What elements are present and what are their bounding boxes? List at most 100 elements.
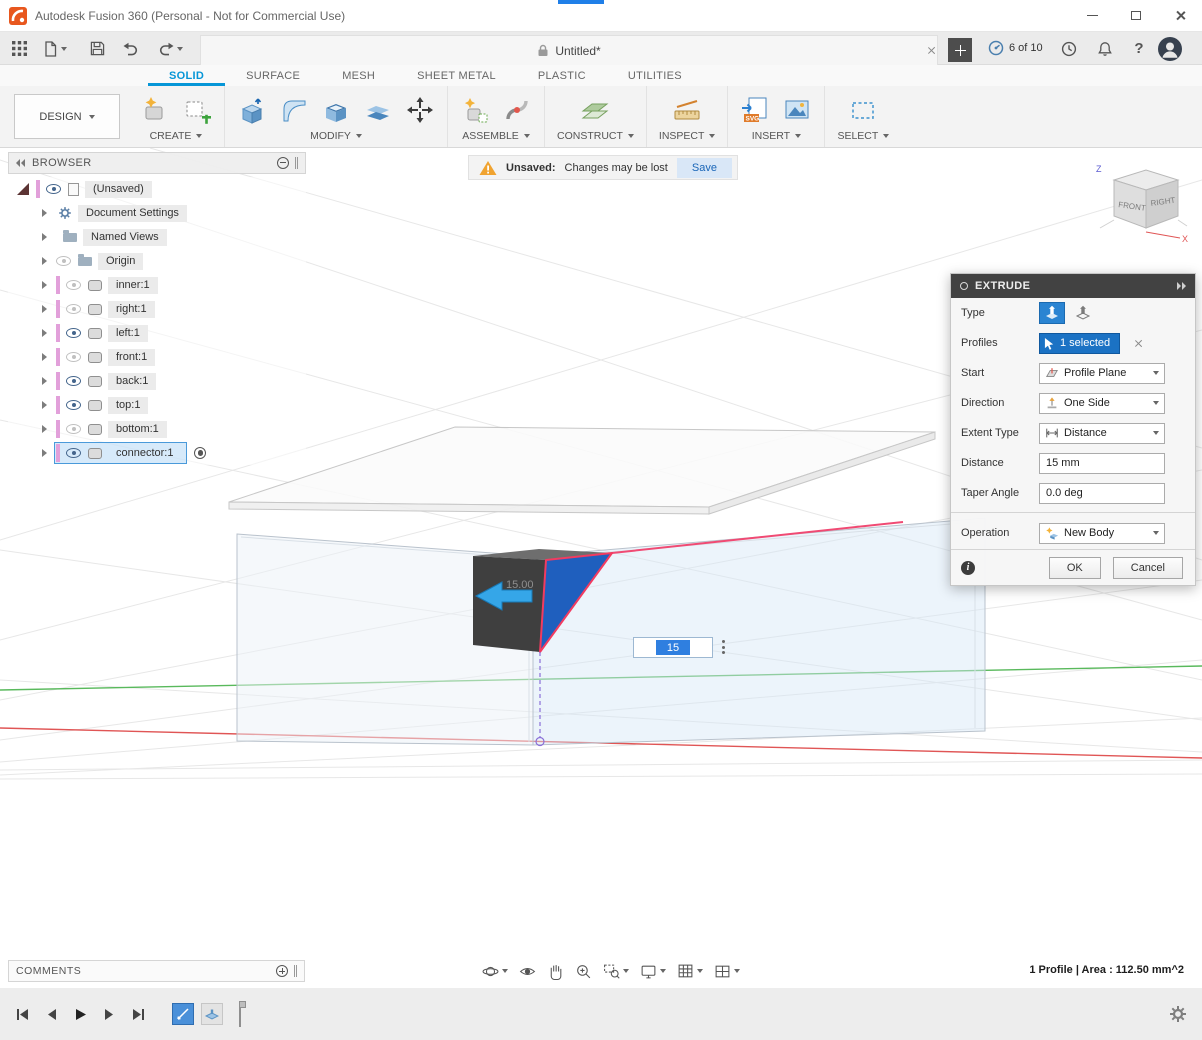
- undo-button[interactable]: [118, 36, 144, 61]
- start-select[interactable]: Profile Plane: [1039, 363, 1165, 384]
- help-button[interactable]: ?: [1126, 36, 1152, 61]
- expand-arrow-icon[interactable]: [42, 329, 47, 337]
- expand-arrow-icon[interactable]: [42, 233, 47, 241]
- timeline-step-back-button[interactable]: [43, 1006, 59, 1022]
- direction-select[interactable]: One Side: [1039, 393, 1165, 414]
- new-component-icon[interactable]: [182, 95, 212, 125]
- timeline-step-forward-button[interactable]: [101, 1006, 117, 1022]
- canvas-viewport[interactable]: 15.00 BROWSER (Unsaved): [0, 148, 1202, 988]
- orbit-button[interactable]: [482, 963, 508, 980]
- visibility-eye-icon[interactable]: [56, 256, 71, 266]
- insert-svg-icon[interactable]: SVG: [740, 95, 770, 125]
- extrude-type-solid-button[interactable]: [1039, 302, 1065, 324]
- browser-item-root[interactable]: (Unsaved): [8, 177, 306, 201]
- display-settings-button[interactable]: [640, 963, 666, 980]
- comments-bar[interactable]: COMMENTS: [8, 960, 305, 982]
- add-comment-icon[interactable]: [276, 965, 288, 977]
- timeline-go-to-end-button[interactable]: [130, 1006, 146, 1022]
- browser-item-connector[interactable]: connector:1: [8, 441, 306, 465]
- shell-icon[interactable]: [321, 95, 351, 125]
- close-button[interactable]: [1158, 0, 1202, 31]
- browser-minimize-icon[interactable]: [277, 157, 289, 169]
- warning-save-button[interactable]: Save: [677, 158, 732, 178]
- create-menu[interactable]: CREATE: [150, 130, 203, 142]
- visibility-eye-icon[interactable]: [46, 184, 61, 194]
- browser-item-bottom[interactable]: bottom:1: [8, 417, 306, 441]
- job-status-button[interactable]: 6 of 10: [988, 40, 1043, 56]
- save-button[interactable]: [84, 36, 110, 61]
- view-cube[interactable]: Z FRONT RIGHT X: [1090, 158, 1190, 246]
- visibility-eye-icon[interactable]: [66, 424, 81, 434]
- zoom-button[interactable]: [575, 963, 592, 980]
- dimension-input[interactable]: 15: [633, 637, 713, 658]
- dialog-collapse-icon[interactable]: [1177, 282, 1186, 290]
- grid-snaps-button[interactable]: [677, 963, 703, 980]
- visibility-eye-icon[interactable]: [66, 304, 81, 314]
- recent-button[interactable]: [1056, 36, 1082, 61]
- workspace-selector[interactable]: DESIGN: [14, 94, 120, 139]
- extrude-dialog-header[interactable]: EXTRUDE: [951, 274, 1195, 298]
- visibility-eye-icon[interactable]: [66, 328, 81, 338]
- activate-component-radio-icon[interactable]: [194, 447, 206, 459]
- expand-arrow-icon[interactable]: [42, 209, 47, 217]
- ok-button[interactable]: OK: [1049, 557, 1101, 579]
- visibility-eye-icon[interactable]: [66, 280, 81, 290]
- move-icon[interactable]: [405, 95, 435, 125]
- maximize-button[interactable]: [1114, 0, 1158, 31]
- pan-button[interactable]: [547, 963, 564, 980]
- expand-arrow-icon[interactable]: [42, 257, 47, 265]
- clear-selection-icon[interactable]: [1134, 339, 1143, 348]
- select-box-icon[interactable]: [848, 95, 878, 125]
- assemble-menu[interactable]: ASSEMBLE: [462, 130, 530, 142]
- document-tab[interactable]: Untitled*: [200, 35, 938, 65]
- browser-grip-handle[interactable]: [295, 157, 298, 169]
- user-avatar[interactable]: [1158, 37, 1182, 61]
- redo-button[interactable]: [152, 36, 188, 61]
- collapse-browser-icon[interactable]: [16, 159, 25, 167]
- timeline-go-to-start-button[interactable]: [14, 1006, 30, 1022]
- timeline-feature-extrude[interactable]: [201, 1003, 223, 1025]
- expand-arrow-icon[interactable]: [42, 305, 47, 313]
- browser-item-front[interactable]: front:1: [8, 345, 306, 369]
- zoom-window-button[interactable]: [603, 963, 629, 980]
- modify-menu[interactable]: MODIFY: [310, 130, 362, 142]
- extent-type-select[interactable]: Distance: [1039, 423, 1165, 444]
- app-grid-button[interactable]: [6, 36, 32, 61]
- insert-image-icon[interactable]: [782, 95, 812, 125]
- tab-utilities[interactable]: UTILITIES: [607, 65, 703, 86]
- create-form-icon[interactable]: [140, 95, 170, 125]
- tab-plastic[interactable]: PLASTIC: [517, 65, 607, 86]
- look-at-button[interactable]: [519, 963, 536, 980]
- timeline-play-button[interactable]: [72, 1006, 88, 1022]
- measure-icon[interactable]: [672, 95, 702, 125]
- visibility-eye-icon[interactable]: [66, 400, 81, 410]
- operation-select[interactable]: New Body: [1039, 523, 1165, 544]
- expand-arrow-icon[interactable]: [42, 377, 47, 385]
- dimension-options-button[interactable]: [722, 640, 725, 654]
- construct-plane-icon[interactable]: [580, 95, 610, 125]
- tab-mesh[interactable]: MESH: [321, 65, 396, 86]
- taper-angle-input[interactable]: 0.0 deg: [1039, 483, 1165, 504]
- expand-arrow-icon[interactable]: [42, 353, 47, 361]
- expand-arrow-icon[interactable]: [42, 449, 47, 457]
- visibility-eye-icon[interactable]: [66, 352, 81, 362]
- construct-menu[interactable]: CONSTRUCT: [557, 130, 634, 142]
- comments-grip-handle[interactable]: [294, 965, 297, 977]
- file-menu-button[interactable]: [38, 36, 72, 61]
- browser-item-back[interactable]: back:1: [8, 369, 306, 393]
- browser-item-top[interactable]: top:1: [8, 393, 306, 417]
- browser-item-left[interactable]: left:1: [8, 321, 306, 345]
- combine-icon[interactable]: [363, 95, 393, 125]
- press-pull-icon[interactable]: [237, 95, 267, 125]
- visibility-eye-icon[interactable]: [66, 376, 81, 386]
- info-icon[interactable]: i: [961, 561, 975, 575]
- new-document-tab-button[interactable]: [948, 38, 972, 62]
- timeline-settings-button[interactable]: [1169, 1005, 1187, 1023]
- timeline-playhead[interactable]: [234, 999, 246, 1029]
- profiles-selected-chip[interactable]: 1 selected: [1039, 333, 1120, 354]
- viewports-button[interactable]: [714, 963, 740, 980]
- notifications-button[interactable]: [1092, 36, 1118, 61]
- model-case-body[interactable]: [237, 518, 985, 745]
- timeline-feature-sketch[interactable]: [172, 1003, 194, 1025]
- browser-item-right[interactable]: right:1: [8, 297, 306, 321]
